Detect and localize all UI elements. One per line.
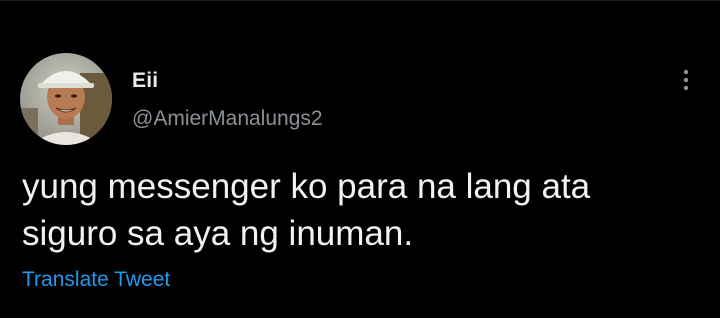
avatar[interactable] [20, 53, 112, 145]
translate-tweet-link[interactable]: Translate Tweet [22, 268, 170, 292]
more-vertical-icon[interactable] [676, 67, 696, 93]
tweet-card: Eii @AmierManalungs2 yung messenger ko p… [0, 0, 720, 318]
user-avatar-icon [20, 53, 112, 145]
display-name[interactable]: Eii [132, 69, 158, 93]
tweet-text: yung messenger ko para na lang ata sigur… [22, 167, 591, 253]
user-handle[interactable]: @AmierManalungs2 [132, 107, 323, 131]
